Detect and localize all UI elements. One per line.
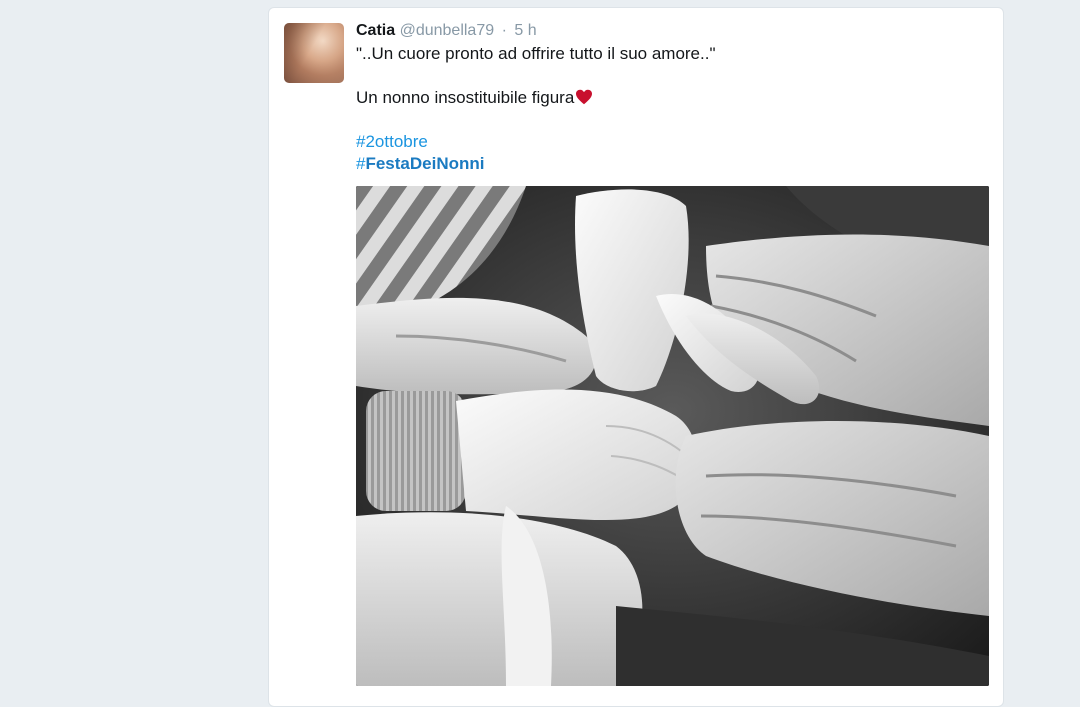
tweet-timestamp[interactable]: 5 h: [514, 22, 536, 39]
hashtag-festadeinonni-link[interactable]: #FestaDeiNonni: [356, 154, 485, 173]
tweet-text: "..Un cuore pronto ad offrire tutto il s…: [356, 43, 716, 175]
author-name[interactable]: Catia: [356, 22, 395, 39]
hashtag-label: FestaDeiNonni: [365, 154, 485, 173]
separator-dot: ·: [501, 22, 507, 39]
avatar[interactable]: [284, 23, 344, 83]
hashtag-2ottobre[interactable]: #2ottobre: [356, 131, 716, 153]
tweet-line-nonno: Un nonno insostituibile figura: [356, 87, 716, 109]
author-handle[interactable]: @dunbella79: [400, 22, 495, 39]
tweet-line-quote: "..Un cuore pronto ad offrire tutto il s…: [356, 44, 716, 63]
red-heart-icon: [576, 89, 593, 105]
hands-photo-image: [356, 186, 989, 686]
tweet-header: Catia @dunbella79 · 5 h: [356, 21, 537, 41]
hashtag-label: 2ottobre: [365, 132, 428, 151]
tweet-photo[interactable]: [356, 186, 989, 686]
tweet-line-nonno-text: Un nonno insostituibile figura: [356, 88, 575, 107]
hashtag-festadeinonni[interactable]: #FestaDeiNonni: [356, 153, 716, 175]
hashtag-2ottobre-link[interactable]: #2ottobre: [356, 132, 428, 151]
tweet-card[interactable]: Catia @dunbella79 · 5 h "..Un cuore pron…: [268, 7, 1004, 707]
